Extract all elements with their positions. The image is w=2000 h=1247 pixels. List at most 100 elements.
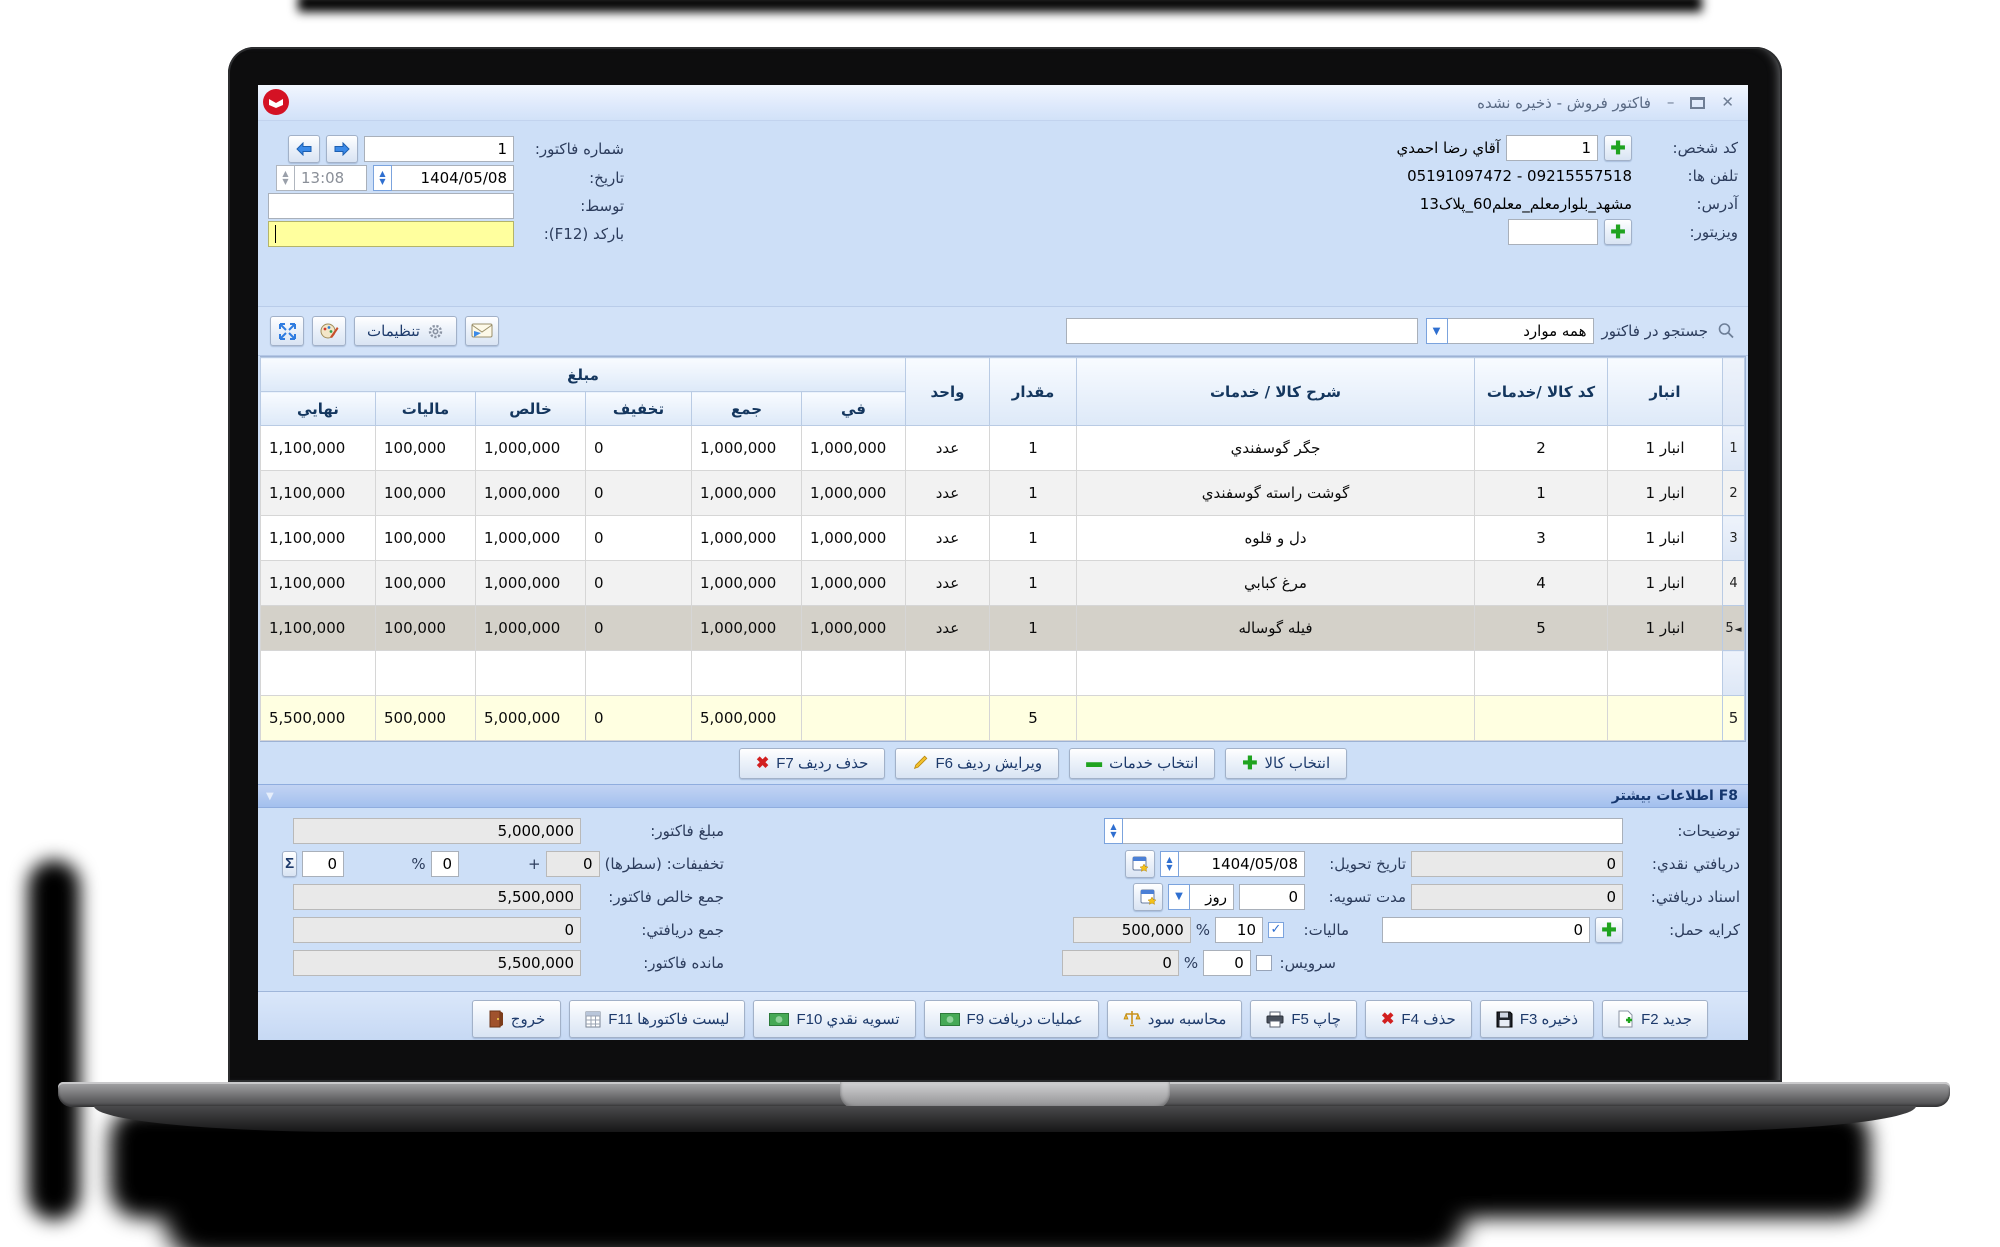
discounts-field[interactable]: 0 xyxy=(545,850,600,877)
tax-checkbox[interactable]: ✓ xyxy=(1268,921,1284,938)
scales-icon xyxy=(1123,1011,1141,1027)
delete-row-button[interactable]: حذف ردیف F7 ✖ xyxy=(738,747,886,779)
percent-sign: % xyxy=(1195,920,1210,939)
date-label: تاریخ: xyxy=(589,169,624,187)
save-button[interactable]: ذخیره F3 xyxy=(1479,1000,1595,1038)
search-filter-dropdown[interactable]: همه موارد ▼ xyxy=(1425,318,1594,344)
col-store[interactable]: انبار xyxy=(1607,357,1723,426)
collapse-triangle-icon[interactable]: ▼ xyxy=(266,791,274,802)
tax-amount-field[interactable]: 500,000 xyxy=(1072,916,1191,943)
col-code[interactable]: کد کالا /خدمات xyxy=(1474,357,1608,426)
settings-button[interactable]: تنظیمات xyxy=(354,316,457,346)
person-code-field[interactable]: 1 xyxy=(1506,135,1598,161)
more-info-bar[interactable]: F8 اطلاعات بیشتر ▼ xyxy=(258,784,1748,808)
add-freight-button[interactable]: ✚ xyxy=(1595,916,1623,943)
time-spinner[interactable]: ▲ ▼ xyxy=(276,165,295,191)
invoice-amount-label: مبلغ فاکتور: xyxy=(650,821,724,840)
notes-input[interactable] xyxy=(1123,817,1623,844)
settle-period-field[interactable]: 0 xyxy=(1239,883,1305,910)
items-table: انبار کد کالا /خدمات شرح کالا / خدمات مق… xyxy=(259,356,1746,742)
bottom-toolbar: جدید F2 ذخیره F3 حذف F4 ✖ چاپ F5 محاسبه … xyxy=(258,991,1748,1040)
select-service-button[interactable]: انتخاب خدمات ▬ xyxy=(1069,747,1216,779)
select-item-button[interactable]: انتخاب کالا ✚ xyxy=(1225,747,1348,779)
table-row-selected[interactable]: ◄5 انبار 15 فیله گوساله 1 عدد 1,000,000 1,… xyxy=(259,605,1745,651)
table-row-empty[interactable] xyxy=(259,650,1745,696)
add-visitor-button[interactable]: ✚ xyxy=(1604,219,1632,245)
delete-button[interactable]: حذف F4 ✖ xyxy=(1365,1000,1472,1038)
invoice-list-button[interactable]: لیست فاکتورها F11 xyxy=(569,1000,746,1038)
plus-icon: ✚ xyxy=(1242,753,1258,773)
search-icon xyxy=(1718,323,1734,339)
cash-settlement-button[interactable]: تسویه نقدي F10 xyxy=(753,1000,916,1038)
calendar-icon xyxy=(1140,889,1157,905)
expand-grid-button[interactable] xyxy=(270,316,304,346)
chevron-down-icon[interactable]: ▼ xyxy=(1425,318,1448,344)
print-button[interactable]: چاپ F5 xyxy=(1250,1000,1358,1038)
settle-unit-dropdown[interactable]: روز ▼ xyxy=(1168,883,1234,910)
next-invoice-button[interactable] xyxy=(326,135,358,163)
col-disc[interactable]: تخفیف xyxy=(585,391,692,426)
service-amount-field[interactable]: 0 xyxy=(1062,949,1179,976)
close-button[interactable]: ✕ xyxy=(1721,95,1734,110)
col-net[interactable]: خالص xyxy=(475,391,586,426)
scene: فاکتور فروش - ذخیره نشده – ✕ کد شخص: ✚ 1… xyxy=(0,0,2000,1247)
cash-received-field[interactable]: 0 xyxy=(1411,850,1623,877)
tax-percent-field[interactable]: 10 xyxy=(1215,916,1263,943)
delivery-date-spinner[interactable]: ▲ ▼ xyxy=(1160,850,1179,877)
prev-invoice-button[interactable] xyxy=(288,135,320,163)
col-qty[interactable]: مقدار xyxy=(989,357,1077,426)
freight-field[interactable]: 0 xyxy=(1382,916,1590,943)
row-number-header xyxy=(1722,357,1745,426)
sum-discounts-button[interactable]: Σ xyxy=(281,850,298,877)
received-docs-field[interactable]: 0 xyxy=(1411,883,1623,910)
freight-label: کرایه حمل: xyxy=(1669,920,1740,939)
col-tax[interactable]: مالیات xyxy=(375,391,476,426)
invoice-number-field[interactable]: 1 xyxy=(364,136,514,162)
col-amount-group[interactable]: مبلغ xyxy=(259,357,907,392)
col-unit[interactable]: واحد xyxy=(905,357,990,426)
banknote-icon xyxy=(769,1012,790,1026)
col-fee[interactable]: في xyxy=(801,391,906,426)
delivery-date-field[interactable]: 1404/05/08 xyxy=(1179,850,1305,877)
by-field[interactable] xyxy=(268,193,514,219)
invoice-date-field[interactable]: 1404/05/08 xyxy=(392,165,514,191)
current-row-icon: ◄ xyxy=(1734,624,1742,635)
percent-sign: % xyxy=(1183,953,1199,972)
table-row[interactable]: 1 انبار 12 جگر گوسفندي 1 عدد 1,000,000 1,0… xyxy=(259,425,1745,471)
edit-row-button[interactable]: ویرایش ردیف F6 xyxy=(895,747,1060,779)
notes-label: توضیحات: xyxy=(1677,821,1740,840)
notes-spinner[interactable]: ▲ ▼ xyxy=(1104,817,1123,844)
visitor-label: ویزیتور: xyxy=(1689,223,1738,241)
receipt-operations-button[interactable]: عملیات دریافت F9 xyxy=(923,1000,1099,1038)
laptop-bottom xyxy=(94,1106,1916,1132)
invoice-time-field[interactable]: 13:08 xyxy=(295,165,367,191)
date-spinner[interactable]: ▲ ▼ xyxy=(373,165,392,191)
discount-percent-field[interactable]: 0 xyxy=(430,850,460,877)
visitor-field[interactable] xyxy=(1508,219,1598,245)
theme-button[interactable] xyxy=(312,316,346,346)
service-checkbox[interactable]: ✓ xyxy=(1255,954,1272,971)
table-row[interactable]: 4 انبار 14 مرغ کبابي 1 عدد 1,000,000 1,000… xyxy=(259,560,1745,606)
barcode-field[interactable] xyxy=(268,221,514,247)
net-total-label: جمع خالص فاکتور: xyxy=(608,887,724,906)
service-percent-field[interactable]: 0 xyxy=(1203,949,1251,976)
discount-amount-field[interactable]: 0 xyxy=(302,850,345,877)
add-person-button[interactable]: ✚ xyxy=(1604,135,1632,161)
barcode-label: بارکد (F12): xyxy=(543,225,624,243)
profit-calc-button[interactable]: محاسبه سود xyxy=(1106,1000,1243,1038)
settle-calendar-button[interactable] xyxy=(1133,882,1163,911)
col-desc[interactable]: شرح کالا / خدمات xyxy=(1076,357,1475,426)
exit-button[interactable]: خروج xyxy=(471,1000,562,1038)
plus-icon: ✚ xyxy=(1601,919,1617,940)
delivery-calendar-button[interactable] xyxy=(1125,849,1155,878)
col-final[interactable]: نهایي xyxy=(259,391,377,426)
table-row[interactable]: 2 انبار 11 گوشت راسته گوسفندي 1 عدد 1,000,… xyxy=(259,470,1745,516)
col-sum[interactable]: جمع xyxy=(691,391,802,426)
send-email-button[interactable] xyxy=(464,316,499,346)
chevron-down-icon[interactable]: ▼ xyxy=(1168,883,1190,910)
search-input[interactable] xyxy=(1065,318,1418,344)
minimize-button[interactable]: – xyxy=(1667,95,1675,110)
new-invoice-button[interactable]: جدید F2 xyxy=(1602,1000,1708,1038)
maximize-button[interactable] xyxy=(1690,96,1706,109)
table-row[interactable]: 3 انبار 13 دل و قلوه 1 عدد 1,000,000 1,000… xyxy=(259,515,1745,561)
